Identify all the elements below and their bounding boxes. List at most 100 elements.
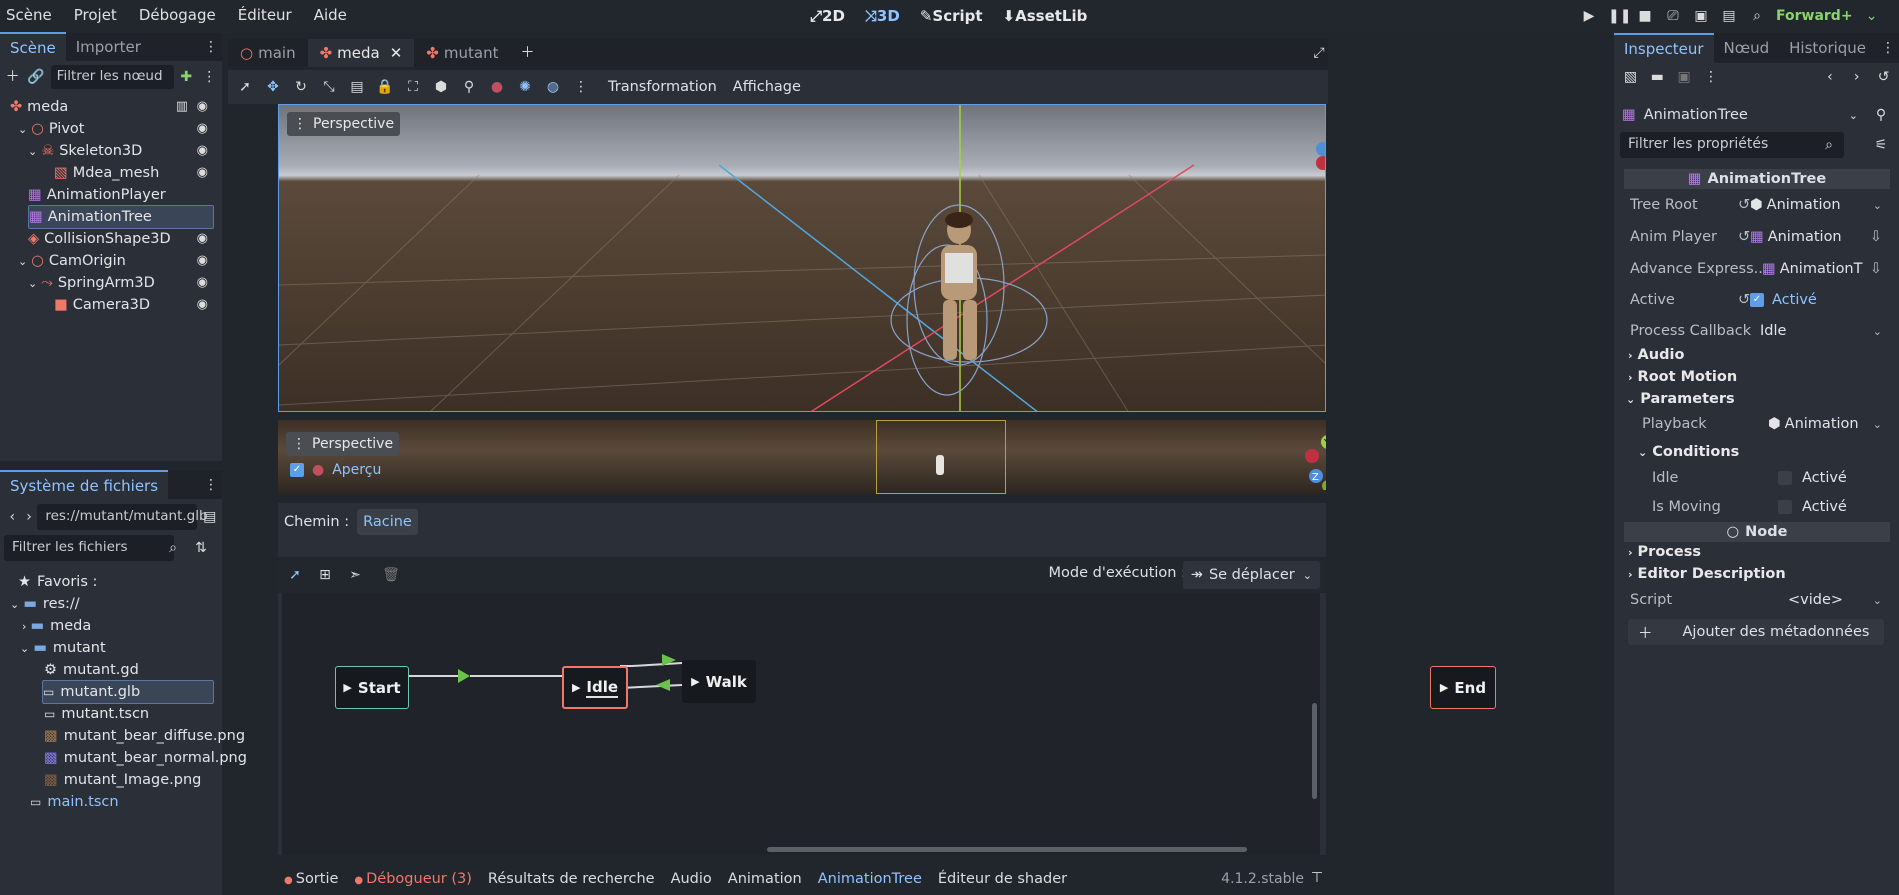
fs-folder-meda[interactable]: › ▬ meda: [22, 614, 91, 638]
prop-value[interactable]: ▦ AnimationT: [1762, 261, 1862, 277]
expand-panel-icon[interactable]: ⊤: [1308, 869, 1326, 887]
fs-file-main-tscn[interactable]: ▭ main.tscn: [30, 790, 119, 814]
visibility-eye-icon[interactable]: ◉: [197, 253, 208, 268]
assign-node-icon[interactable]: ⇩: [1870, 261, 1882, 277]
play-icon[interactable]: ▶: [1440, 681, 1448, 694]
visibility-eye-icon[interactable]: ◉: [197, 275, 208, 290]
chevron-down-icon[interactable]: ⌄: [28, 277, 37, 290]
renderer-select[interactable]: Forward+: [1776, 8, 1853, 24]
state-node-start[interactable]: ▶ Start: [335, 666, 409, 709]
mode-2d[interactable]: ⤢2D: [810, 7, 845, 25]
menu-project[interactable]: Projet: [74, 6, 117, 24]
prop-value[interactable]: ⬢ Animation: [1750, 197, 1841, 213]
add-node-icon[interactable]: ⊞: [316, 566, 334, 584]
play-custom-icon[interactable]: ▤: [1720, 7, 1738, 25]
menu-editor[interactable]: Éditeur: [238, 6, 292, 24]
script-icon[interactable]: ▥: [176, 99, 188, 114]
state-node-idle[interactable]: ▶ Idle: [562, 666, 628, 709]
tree-item-pivot[interactable]: ⌄ ○ Pivot: [18, 117, 84, 141]
scene-menu-icon[interactable]: ⋮: [201, 68, 218, 86]
mode-3d[interactable]: ⤨3D: [865, 7, 900, 25]
view-menu[interactable]: Affichage: [733, 79, 801, 95]
vertical-scrollbar[interactable]: [1312, 703, 1317, 799]
visibility-eye-icon[interactable]: ◉: [197, 99, 208, 114]
object-selector[interactable]: ▦ AnimationTree ⌄: [1622, 103, 1862, 127]
lock-icon[interactable]: 🔒: [376, 78, 394, 96]
section-root-motion[interactable]: › Root Motion: [1628, 369, 1737, 385]
select-tool-icon[interactable]: ➚: [286, 566, 304, 584]
fs-path-input[interactable]: res://mutant/mutant.glb: [37, 504, 208, 530]
more-icon[interactable]: ⋮: [572, 78, 590, 96]
group-icon[interactable]: ⛶: [404, 78, 422, 96]
chevron-down-icon[interactable]: ⌄: [28, 145, 37, 158]
play-icon[interactable]: ▶: [691, 675, 699, 688]
chevron-down-icon[interactable]: ⌄: [1873, 199, 1882, 212]
visibility-eye-icon[interactable]: ◉: [197, 121, 208, 136]
revert-icon[interactable]: ↺: [1738, 197, 1750, 213]
section-audio[interactable]: › Audio: [1628, 347, 1684, 363]
prop-value[interactable]: ▦ Animation: [1750, 229, 1842, 245]
property-filter-input[interactable]: Filtrer les propriétés: [1620, 132, 1844, 158]
history-forward-icon[interactable]: ›: [1848, 68, 1865, 86]
dock-menu-icon[interactable]: ⋮: [202, 38, 220, 56]
snap-icon[interactable]: ⚲: [460, 78, 478, 96]
fs-favorites[interactable]: ★ Favoris :: [18, 570, 97, 594]
assign-node-icon[interactable]: ⇩: [1870, 229, 1882, 245]
tab-main[interactable]: ○ main: [228, 39, 308, 67]
add-metadata-button[interactable]: ＋ Ajouter des métadonnées: [1628, 619, 1884, 645]
prop-value[interactable]: Activé: [1778, 470, 1847, 486]
preview-menu-button[interactable]: ⋮ Perspective: [286, 432, 400, 456]
chevron-down-icon[interactable]: ⌄: [18, 123, 27, 136]
tree-item-springarm3d[interactable]: ⌄ ⤳ SpringArm3D: [28, 271, 155, 295]
state-machine-graph[interactable]: ▶ Start ▶ Idle ▶ Walk ▶ End: [282, 593, 1496, 855]
tree-item-animationtree[interactable]: ▦ AnimationTree: [28, 205, 214, 229]
menu-help[interactable]: Aide: [314, 6, 347, 24]
section-editor-description[interactable]: › Editor Description: [1628, 566, 1786, 582]
tab-search-results[interactable]: Résultats de recherche: [488, 871, 655, 887]
sun-icon[interactable]: ✺: [516, 78, 534, 96]
save-icon[interactable]: ▣: [1676, 68, 1693, 86]
play-icon[interactable]: ▶: [1580, 7, 1598, 25]
tree-item-meda[interactable]: ✤ meda: [10, 95, 68, 119]
dock-menu-icon[interactable]: ⋮: [202, 476, 220, 494]
tab-audio[interactable]: Audio: [671, 871, 712, 887]
preview-toggle[interactable]: ✓ ● Aperçu: [290, 462, 381, 478]
fs-folder-mutant[interactable]: ⌄ ▬ mutant: [20, 636, 106, 660]
new-resource-icon[interactable]: ▧: [1622, 68, 1639, 86]
tab-filesystem[interactable]: Système de fichiers: [0, 470, 169, 500]
visibility-eye-icon[interactable]: ◉: [197, 297, 208, 312]
section-parameters[interactable]: ⌄ Parameters: [1626, 391, 1735, 407]
connect-icon[interactable]: ➣: [346, 566, 364, 584]
stop-icon[interactable]: ■: [1636, 7, 1654, 25]
prop-value[interactable]: Activé: [1778, 499, 1847, 515]
viewport-3d[interactable]: ⋮ Perspective Y X Z: [278, 104, 1326, 412]
tab-meda[interactable]: ✤ meda ✕: [307, 39, 415, 67]
visibility-eye-icon[interactable]: ◉: [197, 231, 208, 246]
axis-gizmo[interactable]: Y X Z: [1309, 119, 1326, 189]
chevron-down-icon[interactable]: ⌄: [10, 598, 19, 611]
prop-value[interactable]: Idle: [1760, 323, 1786, 339]
history-back-icon[interactable]: ‹: [1821, 68, 1838, 86]
forward-icon[interactable]: ›: [21, 508, 38, 526]
play-scene-icon[interactable]: ▣: [1692, 7, 1710, 25]
fs-file-image[interactable]: ▩ mutant_Image.png: [44, 768, 201, 792]
tab-mutant[interactable]: ✤ mutant: [414, 39, 510, 67]
more-icon[interactable]: ⋮: [1703, 68, 1720, 86]
add-script-icon[interactable]: ✚: [178, 68, 195, 86]
revert-icon[interactable]: ↺: [1738, 292, 1750, 308]
menu-debug[interactable]: Débogage: [139, 6, 216, 24]
prop-value[interactable]: ✓ Activé: [1750, 292, 1817, 308]
fs-file-diffuse[interactable]: ▩ mutant_bear_diffuse.png: [44, 724, 245, 748]
play-icon[interactable]: ▶: [343, 681, 351, 694]
tab-scene[interactable]: Scène: [0, 32, 66, 62]
chevron-down-icon[interactable]: ⌄: [18, 255, 27, 268]
add-node-icon[interactable]: ＋: [4, 68, 21, 86]
delete-icon[interactable]: 🗑: [382, 566, 400, 584]
preview-axis-gizmo[interactable]: Y X Z: [1298, 430, 1326, 490]
chevron-down-icon[interactable]: ⌄: [1863, 7, 1881, 25]
camera-override-icon[interactable]: ●: [488, 78, 506, 96]
visibility-eye-icon[interactable]: ◉: [197, 165, 208, 180]
mode-script[interactable]: ✎Script: [920, 7, 983, 25]
play-icon[interactable]: ▶: [572, 681, 580, 694]
rotate-tool-icon[interactable]: ↻: [292, 78, 310, 96]
